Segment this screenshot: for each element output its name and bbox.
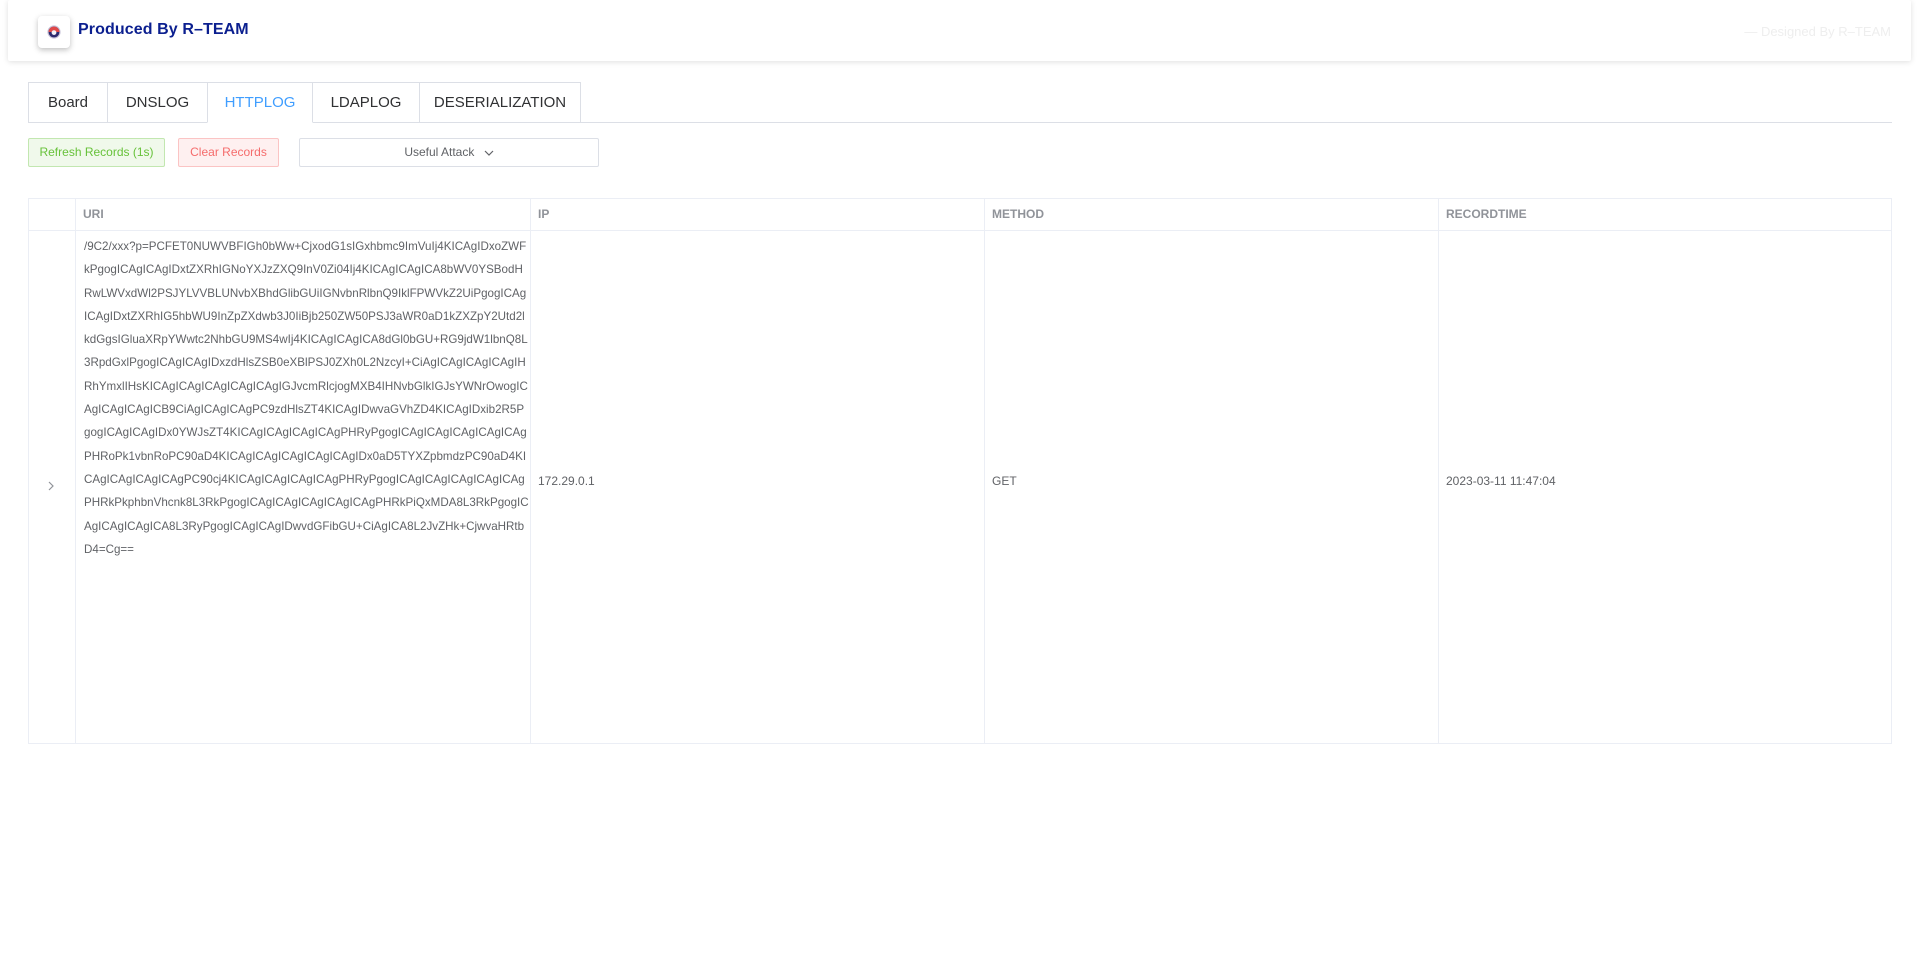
column-header-recordtime: RECORDTIME [1446, 207, 1527, 221]
chevron-down-icon [484, 139, 494, 166]
method-cell: GET [992, 474, 1017, 488]
column-divider [530, 199, 531, 743]
designed-by: — Designed By R–TEAM [1744, 24, 1891, 39]
chevron-right-icon[interactable] [47, 478, 55, 496]
table-header: URI IP METHOD RECORDTIME [29, 199, 1891, 231]
ip-cell: 172.29.0.1 [538, 474, 595, 488]
tab-board[interactable]: Board [28, 82, 108, 122]
clear-records-button[interactable]: Clear Records [178, 138, 279, 167]
recordtime-cell: 2023-03-11 11:47:04 [1446, 474, 1556, 488]
logo-icon [38, 16, 70, 48]
useful-attack-label: Useful Attack [404, 145, 475, 159]
tab-dnslog[interactable]: DNSLOG [107, 82, 208, 122]
header: Produced By R–TEAM — Designed By R–TEAM [8, 0, 1911, 61]
column-divider [1438, 199, 1439, 743]
column-header-uri: URI [83, 207, 104, 221]
tab-httplog[interactable]: HTTPLOG [207, 82, 313, 123]
useful-attack-dropdown[interactable]: Useful Attack [299, 138, 599, 167]
tab-ldaplog[interactable]: LDAPLOG [312, 82, 420, 122]
tab-deserialization[interactable]: DESERIALIZATION [419, 82, 581, 122]
log-tabs: Board DNSLOG HTTPLOG LDAPLOG DESERIALIZA… [28, 82, 1892, 123]
column-header-ip: IP [538, 207, 550, 221]
column-header-method: METHOD [992, 207, 1044, 221]
refresh-records-button[interactable]: Refresh Records (1s) [28, 138, 165, 167]
brand-title: Produced By R–TEAM [78, 21, 249, 38]
http-log-table: URI IP METHOD RECORDTIME /9C2/xxx?p=PCFE… [28, 198, 1892, 744]
column-divider [984, 199, 985, 743]
uri-cell: /9C2/xxx?p=PCFET0NUWVBFIGh0bWw+CjxodG1sI… [84, 240, 529, 556]
column-divider [75, 199, 76, 743]
